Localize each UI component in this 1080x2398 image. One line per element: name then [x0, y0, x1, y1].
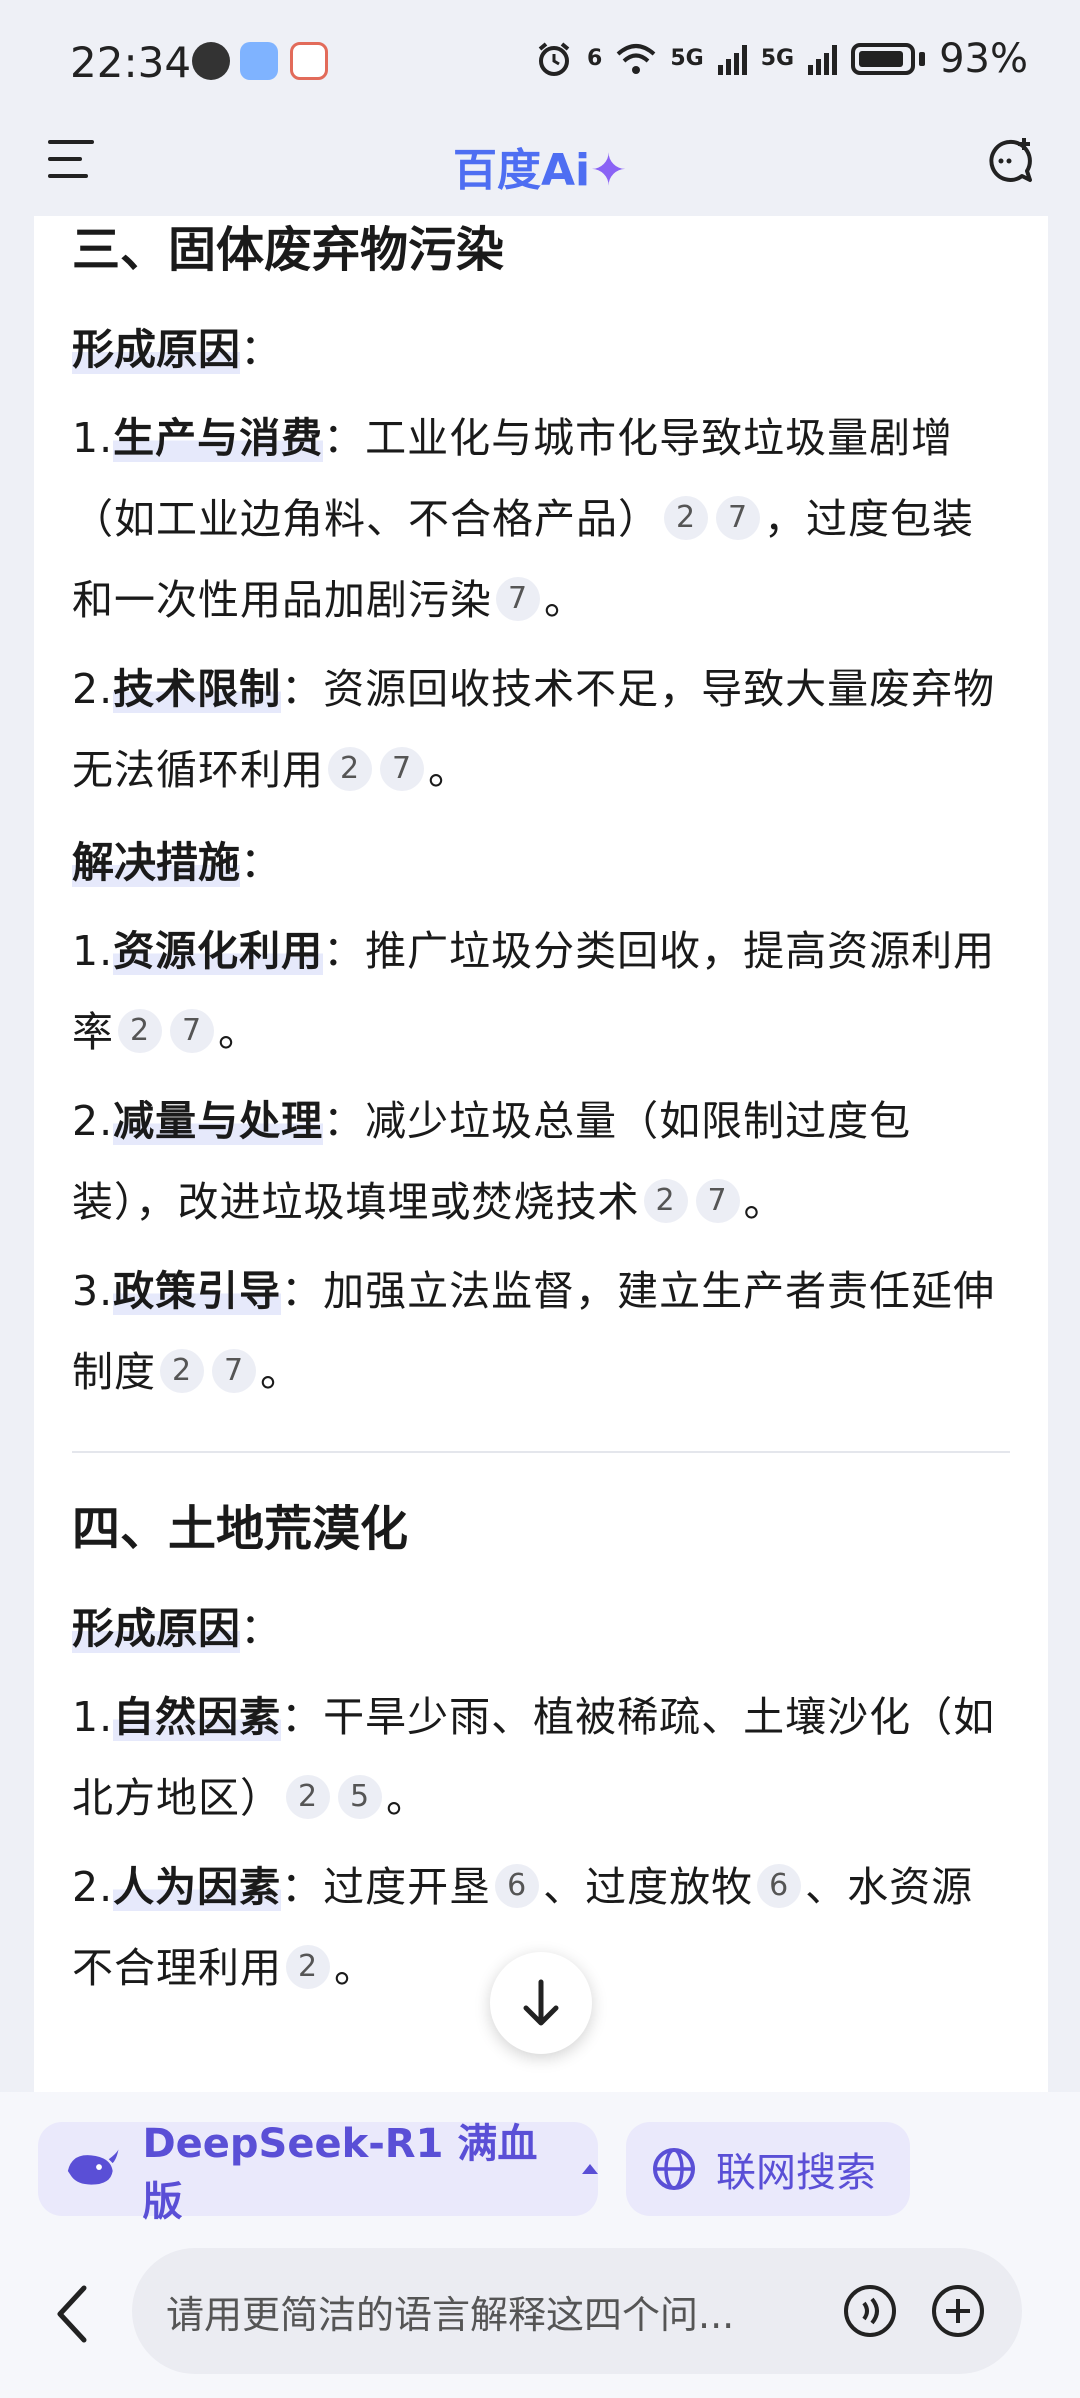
answer-card: 三、固体废弃物污染 形成原因： 1.生产与消费：工业化与城市化导致垃圾量剧增（如… [34, 216, 1048, 2092]
section4-cause-1: 1.自然因素：干旱少雨、植被稀疏、土壤沙化（如北方地区） 2 5。 [72, 1693, 996, 1822]
deepseek-whale-icon [67, 2149, 119, 2185]
message-input[interactable] [164, 2288, 808, 2334]
web-search-label: 联网搜索 [716, 2150, 876, 2196]
citation-badge[interactable]: 5 [338, 1775, 382, 1819]
weather-icon [240, 42, 278, 80]
network-label-3: 5G [760, 46, 795, 71]
bottom-panel: DeepSeek-R1 满血版 联网搜索 [0, 2092, 1080, 2398]
calendar-icon [290, 42, 328, 80]
citation-badge[interactable]: 2 [160, 1349, 204, 1393]
arrow-down-icon [523, 1979, 559, 2026]
section3-solution-1: 1.资源化利用：推广垃圾分类回收，提高资源利用率 2 7。 [72, 927, 996, 1056]
status-right: 6 5G 5G 93% [535, 36, 1028, 82]
alarm-icon [538, 42, 570, 76]
section3-cause-1: 1.生产与消费：工业化与城市化导致垃圾量剧增（如工业边角料、不合格产品） 2 7 ，过… [72, 414, 974, 624]
model-selector-chip[interactable]: DeepSeek-R1 满血版 [38, 2121, 598, 2225]
new-chat-icon[interactable] [982, 134, 1036, 188]
app-header: 百度Ai✦ [0, 120, 1080, 220]
logo-text: 百度Ai [452, 145, 591, 196]
citation-badge[interactable]: 7 [716, 496, 760, 540]
battery-icon [851, 43, 916, 75]
web-search-chip[interactable]: 联网搜索 [626, 2122, 910, 2216]
model-selector-label: DeepSeek-R1 满血版 [142, 2121, 538, 2225]
wifi-icon [617, 44, 656, 74]
citation-badge[interactable]: 7 [380, 747, 424, 791]
section3-title: 三、固体废弃物污染 [72, 222, 505, 278]
network-label-2: 5G [670, 46, 704, 71]
section3-causes-heading: 形成原因： [72, 325, 283, 374]
citation-badge[interactable]: 7 [695, 1179, 740, 1223]
citation-badge[interactable]: 2 [286, 1775, 330, 1819]
scroll-to-bottom-button[interactable] [490, 1952, 592, 2054]
voice-icon[interactable] [842, 2283, 898, 2339]
citation-badge[interactable]: 2 [118, 1009, 162, 1053]
battery-percent: 93% [939, 36, 1028, 82]
battery-tip [919, 52, 926, 66]
signal-icon-1 [717, 43, 747, 75]
citation-badge[interactable]: 2 [643, 1179, 688, 1223]
app-logo: 百度Ai✦ [0, 134, 1080, 198]
citation-badge[interactable]: 6 [757, 1864, 802, 1908]
citation-badge[interactable]: 2 [286, 1945, 330, 1989]
citation-badge[interactable]: 7 [212, 1349, 256, 1393]
citation-badge[interactable]: 7 [496, 577, 540, 621]
section-divider [72, 1451, 1010, 1453]
section3-cause-2: 2.技术限制：资源回收技术不足，导致大量废弃物无法循环利用 2 7。 [72, 665, 996, 794]
citation-badge[interactable]: 2 [664, 496, 708, 540]
app-notification-icon [192, 42, 230, 80]
section4-causes-heading: 形成原因： [72, 1604, 283, 1653]
logo-spark-icon: ✦ [590, 145, 627, 196]
caret-up-icon [582, 2164, 598, 2174]
section4-title: 四、土地荒漠化 [72, 1501, 409, 1557]
section3-solution-2: 2.减量与处理：减少垃圾总量（如限制过度包装），改进垃圾填埋或焚烧技术 2 7。 [72, 1097, 912, 1226]
citation-badge[interactable]: 6 [495, 1864, 540, 1908]
back-icon[interactable] [50, 2282, 94, 2346]
globe-icon [653, 2148, 695, 2190]
section3-solution-3: 3.政策引导：加强立法监督，建立生产者责任延伸制度 2 7。 [72, 1267, 996, 1396]
plus-icon[interactable] [930, 2283, 986, 2339]
status-bar: 22:34 6 5G 5G 93% [0, 0, 1080, 130]
signal-icon-2 [808, 43, 838, 75]
citation-badge[interactable]: 2 [328, 747, 372, 791]
answer-content: 三、固体废弃物污染 形成原因： 1.生产与消费：工业化与城市化导致垃圾量剧增（如… [72, 216, 1010, 2009]
citation-badge[interactable]: 7 [170, 1009, 214, 1053]
section3-solutions-heading: 解决措施： [72, 838, 283, 887]
status-time: 22:34 [70, 38, 192, 87]
network-label-1: 6 [587, 46, 603, 71]
message-input-container [132, 2248, 1022, 2374]
